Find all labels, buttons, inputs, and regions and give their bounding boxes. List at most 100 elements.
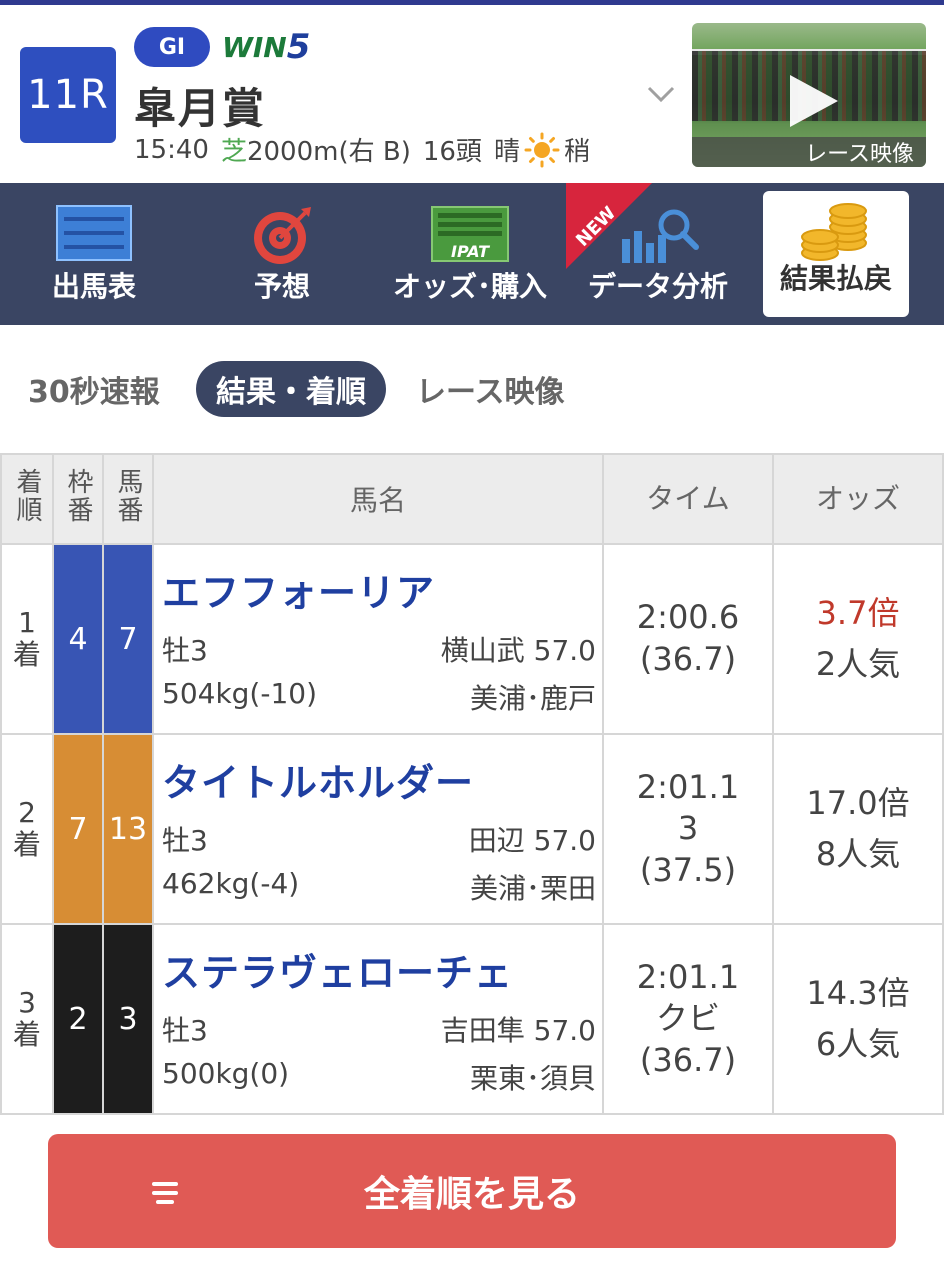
body-weight: 504kg(-10)	[162, 676, 318, 710]
going-label: 稍	[563, 137, 590, 167]
horse-name-link[interactable]: エフフォーリア	[162, 562, 596, 617]
tab-race-video[interactable]: レース映像	[416, 361, 565, 417]
list-icon	[56, 205, 132, 268]
horse-cell: タイトルホルダー 牡3 田辺 57.0 462kg(-4) 美浦･栗田	[152, 733, 604, 925]
race-info: 15:40 芝 2000m(右 B) 16頭 晴 稍	[134, 131, 590, 168]
nav-label-odds: オッズ･購入	[392, 270, 547, 303]
header-waku: 枠番	[52, 453, 104, 545]
win5-prefix: WIN	[222, 30, 287, 64]
odds-cell: 17.0倍 8人気	[772, 733, 944, 925]
sex-age: 牡3	[162, 633, 208, 667]
margin: クビ	[655, 999, 720, 1038]
win5-suffix: 5	[286, 27, 311, 67]
grade-badge: GI	[134, 27, 210, 67]
last-3f: (36.7)	[639, 640, 737, 678]
header-odds: オッズ	[772, 453, 944, 545]
popularity: 8人気	[815, 835, 901, 873]
results-table: 着順 枠番 馬番 馬名 タイム オッズ 1着 4 7 エフフォーリア 牡3 横山武…	[0, 453, 944, 1115]
stable: 美浦･栗田	[469, 871, 596, 905]
table-row[interactable]: 1着 4 7 エフフォーリア 牡3 横山武 57.0 504kg(-10) 美浦･鹿…	[0, 543, 944, 735]
runner-count: 16頭	[422, 137, 482, 167]
rank-suffix: 着	[12, 638, 41, 671]
target-icon	[251, 205, 313, 274]
result-tabs: 30秒速報 結果・着順 レース映像	[0, 325, 944, 453]
coins-icon	[800, 203, 872, 270]
odds-value: 17.0倍	[806, 783, 910, 822]
horse-cell: エフフォーリア 牡3 横山武 57.0 504kg(-10) 美浦･鹿戸	[152, 543, 604, 735]
horse-name-link[interactable]: ステラヴェローチェ	[162, 942, 596, 997]
sex-age: 牡3	[162, 823, 208, 857]
post-time: 15:40	[134, 134, 209, 165]
jockey-weight: 田辺 57.0	[468, 823, 596, 857]
header-uma-label: 馬番	[113, 467, 143, 524]
nav-item-prediction[interactable]: 予想	[188, 183, 376, 325]
rank-cell: 3着	[0, 923, 54, 1115]
margin: 3	[677, 809, 699, 848]
time-cell: 2:01.1 3 (37.5)	[602, 733, 774, 925]
race-video-thumbnail[interactable]: レース映像	[692, 23, 926, 167]
race-name: 皐月賞	[134, 84, 267, 133]
time-cell: 2:01.1 クビ (36.7)	[602, 923, 774, 1115]
uma-cell: 7	[102, 543, 154, 735]
popularity: 6人気	[815, 1025, 901, 1063]
last-3f: (36.7)	[639, 1040, 737, 1079]
header-rank: 着順	[0, 453, 54, 545]
show-all-results-button[interactable]: 全着順を見る	[48, 1134, 896, 1248]
horse-name-link[interactable]: タイトルホルダー	[162, 752, 596, 807]
tab-30sec-flash[interactable]: 30秒速報	[28, 361, 160, 417]
last-3f: (37.5)	[639, 850, 737, 889]
nav-item-results[interactable]: 結果払戻	[763, 191, 909, 317]
ipat-icon: IPAT	[430, 205, 510, 270]
sun-icon	[524, 132, 560, 168]
nav-item-entries[interactable]: 出馬表	[0, 183, 188, 325]
nav-label-entries: 出馬表	[51, 270, 136, 303]
time-cell: 2:00.6 (36.7)	[602, 543, 774, 735]
header-rank-label: 着順	[12, 467, 42, 524]
popularity: 2人気	[815, 645, 901, 683]
ipat-text: IPAT	[451, 242, 490, 261]
odds-cell: 14.3倍 6人気	[772, 923, 944, 1115]
distance: 2000m(右 B)	[246, 137, 411, 167]
tab-results-order[interactable]: 結果・着順	[196, 361, 386, 417]
body-weight: 500kg(0)	[162, 1056, 290, 1090]
rank-number: 2	[18, 795, 36, 829]
uma-cell: 13	[102, 733, 154, 925]
odds-value: 3.7倍	[816, 593, 900, 632]
nav-item-odds[interactable]: IPAT オッズ･購入	[376, 183, 564, 325]
race-header: 11R GI WIN 5 皐月賞 15:40 芝 2000m(右 B) 16頭 晴 …	[0, 5, 944, 183]
rank-number: 1	[18, 605, 36, 639]
weather-label: 晴	[493, 137, 520, 167]
header-uma: 馬番	[102, 453, 154, 545]
table-row[interactable]: 3着 2 3 ステラヴェローチェ 牡3 吉田隼 57.0 500kg(0) 栗東･須…	[0, 923, 944, 1115]
chevron-down-icon[interactable]	[644, 77, 678, 111]
menu-lines-icon	[150, 1176, 180, 1206]
header-horse-name: 馬名	[152, 453, 604, 545]
odds-value: 14.3倍	[806, 973, 910, 1012]
finish-time: 2:01.1	[636, 957, 740, 996]
rank-cell: 2着	[0, 733, 54, 925]
horse-cell: ステラヴェローチェ 牡3 吉田隼 57.0 500kg(0) 栗東･須貝	[152, 923, 604, 1115]
surface-label: 芝	[220, 137, 247, 167]
win5-logo: WIN 5	[222, 27, 310, 67]
odds-cell: 3.7倍 2人気	[772, 543, 944, 735]
sex-age: 牡3	[162, 1013, 208, 1047]
waku-cell: 2	[52, 923, 104, 1115]
waku-cell: 4	[52, 543, 104, 735]
table-header-row: 着順 枠番 馬番 馬名 タイム オッズ	[0, 453, 944, 545]
rank-cell: 1着	[0, 543, 54, 735]
race-nav-bar: 出馬表 予想 IPAT オッズ･購入 データ分析 結果払戻	[0, 183, 944, 325]
rank-suffix: 着	[12, 1018, 41, 1051]
table-row[interactable]: 2着 7 13 タイトルホルダー 牡3 田辺 57.0 462kg(-4) 美浦･栗…	[0, 733, 944, 925]
race-number-badge: 11R	[20, 47, 116, 143]
play-icon	[790, 75, 838, 127]
waku-cell: 7	[52, 733, 104, 925]
jockey-weight: 横山武 57.0	[440, 633, 596, 667]
header-waku-label: 枠番	[63, 467, 93, 524]
show-all-label: 全着順を見る	[363, 1174, 580, 1215]
finish-time: 2:01.1	[636, 767, 740, 806]
jockey-weight: 吉田隼 57.0	[440, 1013, 596, 1047]
rank-suffix: 着	[12, 828, 41, 861]
header-time: タイム	[602, 453, 774, 545]
stable: 栗東･須貝	[469, 1061, 596, 1095]
rank-number: 3	[18, 985, 36, 1019]
